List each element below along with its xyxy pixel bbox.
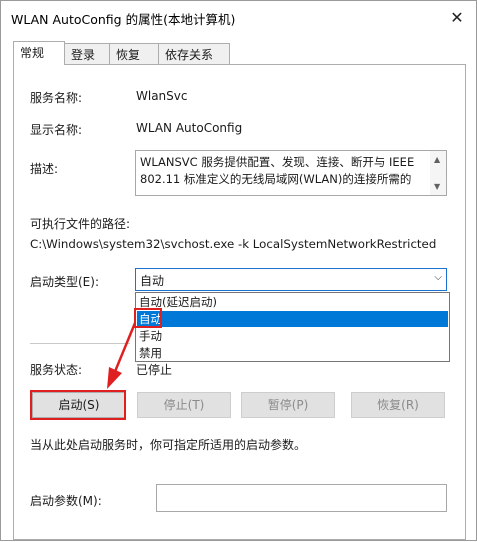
path-value: C:\Windows\system32\svchost.exe -k Local… [30, 237, 437, 251]
description-label: 描述: [30, 162, 59, 176]
stop-button[interactable]: 停止(T) [137, 392, 231, 418]
description-box[interactable]: WLANSVC 服务提供配置、发现、连接、断开与 IEEE 802.11 标准定… [135, 150, 447, 196]
general-panel: 服务名称: WlanSvc 显示名称: WLAN AutoConfig 描述: … [13, 64, 466, 540]
scroll-down-icon[interactable]: ▼ [434, 182, 440, 191]
pause-button[interactable]: 暂停(P) [241, 392, 335, 418]
properties-window: WLAN AutoConfig 的属性(本地计算机) ✕ 常规 登录 恢复 依存… [0, 0, 477, 541]
option-disabled[interactable]: 禁用 [137, 345, 448, 361]
status-value: 已停止 [136, 363, 173, 377]
startup-type-value: 自动 [140, 274, 165, 288]
params-label: 启动参数(M): [30, 494, 102, 508]
start-hint: 当从此处启动服务时，你可指定所适用的启动参数。 [30, 438, 307, 452]
close-icon[interactable]: ✕ [446, 7, 468, 27]
tab-general[interactable]: 常规 [13, 41, 65, 65]
resume-button[interactable]: 恢复(R) [351, 392, 445, 418]
description-line-2: 802.11 标准定义的无线局域网(WLAN)的连接所需的 [140, 172, 412, 186]
description-text: WLANSVC 服务提供配置、发现、连接、断开与 IEEE 802.11 标准定… [140, 154, 430, 188]
path-label: 可执行文件的路径: [30, 217, 131, 231]
tab-dependencies[interactable]: 依存关系 [158, 43, 230, 64]
title-bar: WLAN AutoConfig 的属性(本地计算机) ✕ [1, 1, 476, 33]
scroll-up-icon[interactable]: ▲ [434, 155, 440, 164]
description-scrollbar[interactable]: ▲ ▼ [430, 151, 446, 195]
chevron-down-icon[interactable]: ⌵ [434, 272, 442, 283]
display-name-value: WLAN AutoConfig [136, 121, 243, 135]
service-name-label: 服务名称: [30, 91, 83, 105]
option-auto[interactable]: 自动 [137, 311, 448, 327]
params-input[interactable] [156, 484, 447, 512]
option-auto-delayed[interactable]: 自动(延迟启动) [137, 294, 448, 310]
tab-recovery[interactable]: 恢复 [109, 43, 159, 64]
separator [30, 343, 130, 344]
startup-type-dropdown: 自动(延迟启动) 自动 手动 禁用 [135, 292, 450, 362]
service-name-value: WlanSvc [136, 89, 188, 103]
startup-type-combo[interactable]: 自动 ⌵ [135, 268, 447, 291]
display-name-label: 显示名称: [30, 123, 83, 137]
description-line-1: WLANSVC 服务提供配置、发现、连接、断开与 IEEE [140, 155, 415, 169]
tab-logon[interactable]: 登录 [64, 43, 110, 64]
window-title: WLAN AutoConfig 的属性(本地计算机) [11, 12, 236, 27]
status-label: 服务状态: [30, 363, 83, 377]
startup-type-label: 启动类型(E): [30, 275, 99, 289]
start-button[interactable]: 启动(S) [32, 392, 126, 418]
option-manual[interactable]: 手动 [137, 328, 448, 344]
